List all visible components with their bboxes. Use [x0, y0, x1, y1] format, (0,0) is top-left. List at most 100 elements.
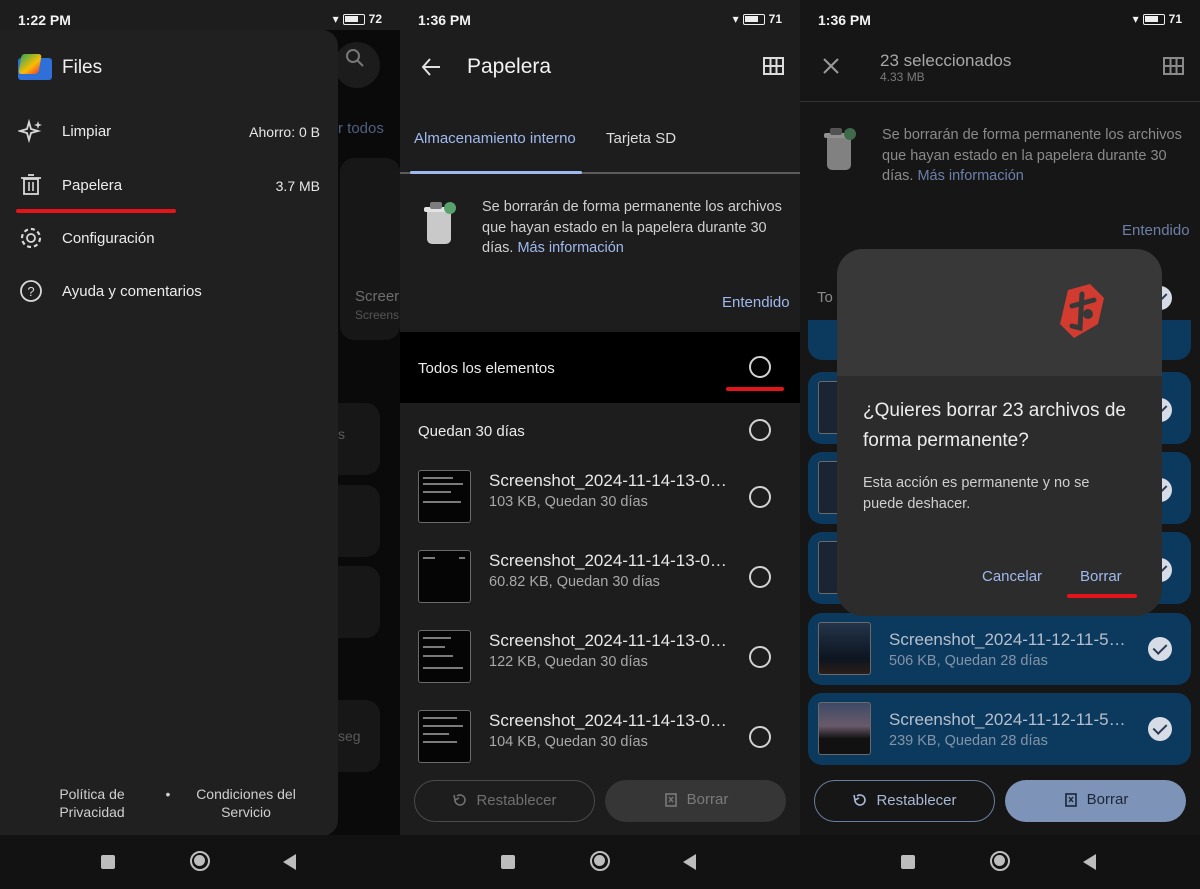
tab-sd-card[interactable]: Tarjeta SD	[606, 130, 676, 147]
back-button[interactable]	[683, 854, 696, 870]
status-time: 1:22 PM	[18, 12, 71, 28]
wifi-icon: ▾	[332, 12, 339, 26]
battery-icon	[1142, 13, 1165, 25]
drawer-item-label: Configuración	[62, 230, 155, 247]
status-time: 1:36 PM	[818, 12, 871, 28]
system-nav-bar	[0, 835, 400, 889]
drawer-item-value: Ahorro: 0 B	[249, 124, 320, 140]
drawer-item-value: 3.7 MB	[275, 178, 320, 194]
navigation-drawer: Files Limpiar Ahorro: 0 B Papelera 3.7 M…	[0, 30, 338, 836]
battery-level: 71	[768, 12, 782, 26]
recents-button[interactable]	[101, 855, 115, 869]
dialog-body: Esta acción es permanente y no se puede …	[863, 475, 1090, 512]
file-meta: 506 KB, Quedan 28 días	[889, 653, 1048, 669]
sparkle-icon	[18, 118, 42, 144]
select-all-label: Todos los elementos	[418, 360, 555, 377]
restore-icon	[853, 794, 867, 806]
file-name: Screenshot_2024-11-14-13-04-...	[489, 711, 734, 730]
restore-button[interactable]: Restablecer	[414, 780, 595, 822]
app-title: Files	[62, 57, 103, 78]
file-name: Screenshot_2024-11-14-13-07-...	[489, 471, 734, 490]
footer-separator: •	[165, 786, 171, 802]
app-brand-icon	[1060, 284, 1104, 338]
trash-can-icon	[822, 128, 858, 174]
drawer-item-limpiar[interactable]: Limpiar Ahorro: 0 B	[0, 112, 338, 152]
drawer-item-configuracion[interactable]: Configuración	[0, 219, 338, 259]
file-select-radio[interactable]	[749, 566, 771, 588]
file-thumbnail	[418, 550, 471, 603]
files-logo-icon	[18, 54, 52, 82]
drawer-item-papelera[interactable]: Papelera 3.7 MB	[0, 166, 338, 206]
file-name: Screenshot_2024-11-14-13-07-...	[489, 551, 734, 570]
trash-can-icon	[422, 202, 458, 248]
file-select-radio[interactable]	[749, 726, 771, 748]
file-thumbnail	[818, 622, 871, 675]
file-row[interactable]: Screenshot_2024-11-14-13-04-... 122 KB, …	[400, 620, 800, 700]
file-name: Screenshot_2024-11-14-13-04-...	[489, 631, 734, 650]
highlight-underline	[16, 209, 176, 213]
drawer-item-ayuda[interactable]: ? Ayuda y comentarios	[0, 272, 338, 312]
recents-button[interactable]	[501, 855, 515, 869]
highlight-underline	[726, 387, 784, 391]
back-button[interactable]	[1083, 854, 1096, 870]
file-row-selected[interactable]: Screenshot_2024-11-12-11-59-5... 239 KB,…	[808, 693, 1191, 765]
trash-info-text: Se borrarán de forma permanente los arch…	[482, 199, 782, 256]
selected-check-icon	[1148, 637, 1172, 661]
file-meta: 122 KB, Quedan 30 días	[489, 654, 648, 670]
more-info-link[interactable]: Más información	[517, 240, 623, 256]
more-info-link[interactable]: Más información	[917, 168, 1023, 184]
selected-check-icon	[1148, 717, 1172, 741]
drawer-screen: r todos Screer Screens s seg 1:22 PM ▾ 72…	[0, 0, 400, 889]
dialog-cancel-button[interactable]: Cancelar	[982, 568, 1042, 585]
home-button[interactable]	[590, 851, 610, 871]
select-all-row[interactable]: Todos los elementos	[400, 332, 800, 403]
understood-button[interactable]: Entendido	[1122, 222, 1190, 239]
restore-button[interactable]: Restablecer	[814, 780, 995, 822]
trash-icon	[21, 174, 41, 195]
file-name: Screenshot_2024-11-12-11-59-4...	[889, 630, 1134, 649]
select-all-radio[interactable]	[749, 356, 771, 378]
trash-screen: 1:36 PM ▾ 71 Papelera Almacenamiento inte…	[400, 0, 800, 889]
file-row-selected[interactable]: Screenshot_2024-11-12-11-59-4... 506 KB,…	[808, 613, 1191, 685]
storage-tabs: Almacenamiento interno Tarjeta SD	[400, 112, 800, 174]
file-select-radio[interactable]	[749, 646, 771, 668]
page-title: Papelera	[467, 55, 552, 78]
action-bar: Restablecer Borrar	[800, 768, 1200, 836]
status-bar: 1:36 PM ▾ 71	[400, 0, 800, 38]
file-row[interactable]: Screenshot_2024-11-14-13-07-... 60.82 KB…	[400, 540, 800, 620]
tab-internal-storage[interactable]: Almacenamiento interno	[414, 130, 576, 147]
back-button[interactable]	[283, 854, 296, 870]
group-select-radio[interactable]	[749, 419, 771, 441]
home-button[interactable]	[190, 851, 210, 871]
home-button[interactable]	[990, 851, 1010, 871]
delete-icon	[664, 793, 677, 807]
terms-link[interactable]: Condiciones del Servicio	[184, 785, 308, 821]
battery-level: 72	[368, 12, 382, 26]
file-row[interactable]: Screenshot_2024-11-14-13-07-... 103 KB, …	[400, 460, 800, 540]
delete-button[interactable]: Borrar	[1005, 780, 1186, 822]
delete-button[interactable]: Borrar	[605, 780, 786, 822]
recents-button[interactable]	[901, 855, 915, 869]
battery-level: 71	[1168, 12, 1182, 26]
understood-button[interactable]: Entendido	[722, 294, 790, 311]
status-time: 1:36 PM	[418, 12, 471, 28]
privacy-link[interactable]: Política de Privacidad	[40, 785, 144, 821]
close-icon[interactable]	[822, 57, 840, 75]
help-icon: ?	[20, 280, 42, 302]
back-arrow-icon[interactable]	[420, 56, 442, 78]
drawer-item-label: Ayuda y comentarios	[62, 283, 202, 300]
delete-icon	[1064, 793, 1077, 807]
file-select-radio[interactable]	[749, 486, 771, 508]
group-header[interactable]: Quedan 30 días	[400, 404, 800, 456]
grid-view-icon[interactable]	[1163, 57, 1184, 75]
restore-icon	[453, 794, 467, 806]
trash-info-card: Se borrarán de forma permanente los arch…	[800, 102, 1200, 254]
drawer-item-label: Papelera	[62, 177, 123, 194]
grid-view-icon[interactable]	[763, 57, 784, 75]
selection-size: 4.33 MB	[880, 70, 925, 84]
file-thumbnail	[418, 630, 471, 683]
dialog-confirm-button[interactable]: Borrar	[1080, 568, 1122, 585]
bg-peek-text: s	[338, 426, 345, 442]
file-thumbnail	[818, 702, 871, 755]
trash-info-text: Se borrarán de forma permanente los arch…	[882, 127, 1182, 184]
